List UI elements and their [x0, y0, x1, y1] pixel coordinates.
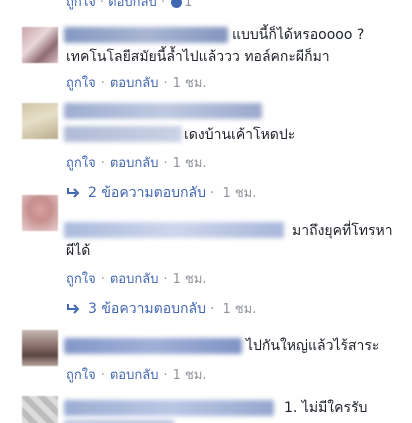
reply-link[interactable]: ตอบกลับ — [108, 0, 157, 10]
like-reaction-icon — [171, 0, 183, 8]
reply-arrow-icon — [67, 304, 80, 314]
separator: · — [156, 0, 170, 10]
comment-text: มาถึงยุคที่โทรหา — [292, 223, 393, 239]
separator: · — [95, 0, 109, 10]
commenter-name[interactable] — [64, 103, 262, 119]
avatar[interactable] — [22, 396, 58, 423]
avatar[interactable] — [22, 27, 58, 63]
comment-text: ไปกันใหญ่แล้วไร้สาระ — [246, 338, 380, 354]
avatar[interactable] — [22, 330, 58, 366]
like-link[interactable]: ถูกใจ — [66, 76, 96, 91]
commenter-name-tail — [64, 126, 182, 142]
comment-actions: ถูกใจ · ตอบกลับ · 1 ชม. — [66, 76, 207, 91]
comment-text: เทคโนโลยีสมัยนี้ล้ำไปแล้ววว ทอล์คกะผีก็ม… — [66, 49, 330, 65]
reply-link[interactable]: ตอบกลับ — [110, 368, 159, 383]
comment-actions: ถูกใจ · ตอบกลับ · 1 ชม. — [66, 272, 207, 287]
avatar[interactable] — [22, 195, 58, 231]
like-link[interactable]: ถูกใจ — [66, 368, 96, 383]
timestamp[interactable]: 1 ชม. — [173, 368, 207, 383]
comment-text: แบบนี้ก็ได้หรอoooo ? — [232, 27, 365, 43]
timestamp: 1 ชม. — [222, 186, 257, 201]
replies-label: 2 ข้อความตอบกลับ — [88, 185, 206, 201]
reply-link[interactable]: ตอบกลับ — [110, 76, 159, 91]
comment-actions: ถูกใจ · ตอบกลับ · 1 ชม. — [66, 156, 207, 171]
timestamp[interactable]: 1 ชม. — [173, 272, 207, 287]
timestamp[interactable]: 1 ชม. — [173, 156, 207, 171]
reply-link[interactable]: ตอบกลับ — [110, 272, 159, 287]
view-replies-link[interactable]: 3 ข้อความตอบกลับ · 1 ชม. — [66, 298, 256, 320]
comment-actions-partial: ถูกใจ · ตอบกลับ · 1 — [66, 0, 192, 12]
timestamp[interactable]: 1 ชม. — [173, 76, 207, 91]
comment-text: ผีได้ — [66, 243, 91, 259]
view-replies-link[interactable]: 2 ข้อความตอบกลับ · 1 ชม. — [66, 182, 256, 204]
timestamp: 1 ชม. — [222, 302, 257, 317]
comment-text: เดงบ้านเค้าโหดปะ — [184, 127, 296, 143]
like-link[interactable]: ถูกใจ — [66, 272, 96, 287]
reply-link[interactable]: ตอบกลับ — [110, 156, 159, 171]
like-link[interactable]: ถูกใจ — [66, 156, 96, 171]
reply-arrow-icon — [67, 188, 80, 198]
avatar[interactable] — [22, 103, 58, 139]
commenter-name[interactable] — [64, 27, 228, 43]
comment-actions: ถูกใจ · ตอบกลับ · 1 ชม. — [66, 368, 207, 383]
like-link[interactable]: ถูกใจ — [66, 0, 96, 10]
commenter-name[interactable] — [64, 400, 274, 416]
commenter-name[interactable] — [64, 338, 242, 354]
reaction-count: 1 — [184, 0, 193, 10]
comment-text: 1. ไม่มีใครรับ — [284, 400, 368, 416]
commenter-name[interactable] — [64, 222, 284, 238]
replies-label: 3 ข้อความตอบกลับ — [88, 301, 206, 317]
